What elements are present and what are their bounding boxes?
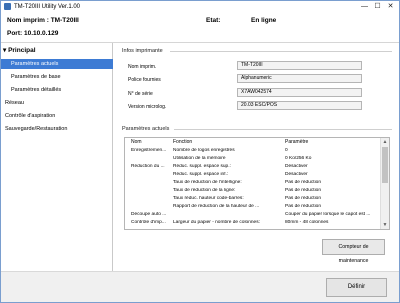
table-cell: Rapport de réduction de la hauteur de ..… bbox=[173, 204, 260, 209]
info-value-printer-name: TM-T20III bbox=[237, 61, 362, 70]
scroll-thumb[interactable] bbox=[382, 147, 388, 183]
main-content: Infos imprimante Nom imprim. TM-T20III P… bbox=[114, 43, 399, 271]
table-row[interactable]: Contrôle d'imp... Largeur du papier - nom… bbox=[125, 220, 379, 228]
sidebar-item-current-settings[interactable]: Paramètres actuels bbox=[1, 59, 113, 69]
state-value: En ligne bbox=[251, 17, 277, 24]
table-cell: Largeur du papier - nombre de colonnes: bbox=[173, 220, 260, 225]
window-controls: — ☐ ✕ bbox=[358, 2, 397, 11]
footer-bar: Définir bbox=[1, 271, 399, 302]
apply-button[interactable]: Définir bbox=[326, 278, 387, 297]
info-value-serial: X7AW042574 bbox=[237, 88, 362, 97]
maximize-button[interactable]: ☐ bbox=[371, 2, 384, 11]
minimize-button[interactable]: — bbox=[358, 2, 371, 11]
table-cell: Pas de réduction bbox=[285, 180, 322, 185]
column-header-function[interactable]: Fonction bbox=[173, 139, 192, 145]
sidebar-item-network[interactable]: Réseau bbox=[1, 98, 113, 108]
table-row[interactable]: Taux de réduction de l'interligne: Pas de… bbox=[125, 180, 379, 188]
sidebar-item-basic-settings[interactable]: Paramètres de base bbox=[1, 72, 113, 82]
table-cell: Découpe auto ... bbox=[131, 212, 167, 217]
table-cell: Contrôle d'imp... bbox=[131, 220, 166, 225]
table-cell: Réduction du ... bbox=[131, 164, 165, 169]
table-row[interactable]: Rapport de réduction de la hauteur de ..… bbox=[125, 204, 379, 212]
table-cell: Pas de réduction bbox=[285, 196, 322, 201]
printer-name: Nom imprim : TM-T20III bbox=[7, 17, 79, 24]
printer-port: Port: 10.10.0.129 bbox=[7, 30, 59, 37]
app-window: TM-T20III Utility Ver.1.00 — ☐ ✕ Nom imp… bbox=[0, 0, 400, 303]
table-cell: Désactiver bbox=[285, 164, 308, 169]
table-cell: Enregistremen... bbox=[131, 148, 167, 153]
close-button[interactable]: ✕ bbox=[384, 2, 397, 11]
settings-scrollbar[interactable]: ▲ ▼ bbox=[380, 138, 389, 229]
table-cell: Taux de réduction de la ligne: bbox=[173, 188, 236, 193]
table-cell: Réduc. suppl. espace sup.: bbox=[173, 164, 231, 169]
printer-info-title: Infos imprimante bbox=[122, 48, 163, 54]
info-label-fonts: Police fournies bbox=[128, 77, 161, 83]
table-row[interactable]: Taux réduc. hauteur code-barres: Pas de r… bbox=[125, 196, 379, 204]
table-cell: 80mm - 48 colonnes bbox=[285, 220, 329, 225]
table-cell: Taux de réduction de l'interligne: bbox=[173, 180, 242, 185]
table-cell: Taux réduc. hauteur code-barres: bbox=[173, 196, 244, 201]
info-label-serial: N° de série bbox=[128, 91, 153, 97]
settings-table-header: Nom Fonction Paramètre bbox=[125, 138, 379, 146]
scroll-down-icon[interactable]: ▼ bbox=[381, 221, 389, 229]
table-row[interactable]: Utilisation de la mémoire 0 Ko/256 Ko bbox=[125, 156, 379, 164]
current-settings-divider bbox=[174, 129, 392, 130]
table-row[interactable]: Découpe auto ... Couper du papier lorsque… bbox=[125, 212, 379, 220]
sidebar-item-backup-restore[interactable]: Sauvegarde/Restauration bbox=[1, 124, 113, 134]
info-label-printer-name: Nom imprim. bbox=[128, 64, 157, 70]
column-header-parameter[interactable]: Paramètre bbox=[285, 139, 308, 145]
settings-table[interactable]: Nom Fonction Paramètre Enregistremen... N… bbox=[124, 137, 390, 230]
table-cell: Réduc. suppl. espace inf.: bbox=[173, 172, 229, 177]
status-header: Nom imprim : TM-T20III Port: 10.10.0.129… bbox=[1, 12, 399, 43]
current-settings-title: Paramètres actuels bbox=[122, 126, 170, 132]
sidebar-group-principal[interactable]: ▾ Principal bbox=[1, 46, 113, 56]
table-cell: Pas de réduction bbox=[285, 188, 322, 193]
printer-info-divider bbox=[170, 51, 392, 52]
table-row[interactable]: Réduc. suppl. espace inf.: Désactiver bbox=[125, 172, 379, 180]
column-header-name[interactable]: Nom bbox=[131, 139, 142, 145]
table-row[interactable]: Réduction du ... Réduc. suppl. espace sup… bbox=[125, 164, 379, 172]
info-value-fonts: Alphanumeric bbox=[237, 74, 362, 83]
sidebar-item-detailed-settings[interactable]: Paramètres détaillés bbox=[1, 85, 113, 95]
table-cell: 0 bbox=[285, 148, 288, 153]
table-cell: Nombre de logos enregistrés bbox=[173, 148, 235, 153]
sidebar-nav: ▾ Principal Paramètres actuels Paramètre… bbox=[1, 43, 113, 271]
table-row[interactable]: Taux de réduction de la ligne: Pas de réd… bbox=[125, 188, 379, 196]
info-label-firmware: Version microlog. bbox=[128, 104, 167, 110]
maintenance-counter-button[interactable]: Compteur de maintenance bbox=[322, 239, 385, 264]
state-label: Etat: bbox=[206, 17, 221, 24]
table-cell: 0 Ko/256 Ko bbox=[285, 156, 312, 161]
table-cell: Couper du papier lorsque le capot est ..… bbox=[285, 212, 371, 217]
window-title: TM-T20III Utility Ver.1.00 bbox=[14, 3, 81, 10]
scroll-up-icon[interactable]: ▲ bbox=[381, 138, 389, 146]
table-cell: Pas de réduction bbox=[285, 204, 322, 209]
app-icon bbox=[4, 3, 11, 10]
sidebar-item-suction-control[interactable]: Contrôle d'aspiration bbox=[1, 111, 113, 121]
table-cell: Utilisation de la mémoire bbox=[173, 156, 226, 161]
table-row[interactable]: Enregistremen... Nombre de logos enregist… bbox=[125, 148, 379, 156]
title-bar: TM-T20III Utility Ver.1.00 — ☐ ✕ bbox=[1, 1, 399, 12]
info-value-firmware: 20.03 ESC/POS bbox=[237, 101, 362, 110]
table-cell: Désactiver bbox=[285, 172, 308, 177]
